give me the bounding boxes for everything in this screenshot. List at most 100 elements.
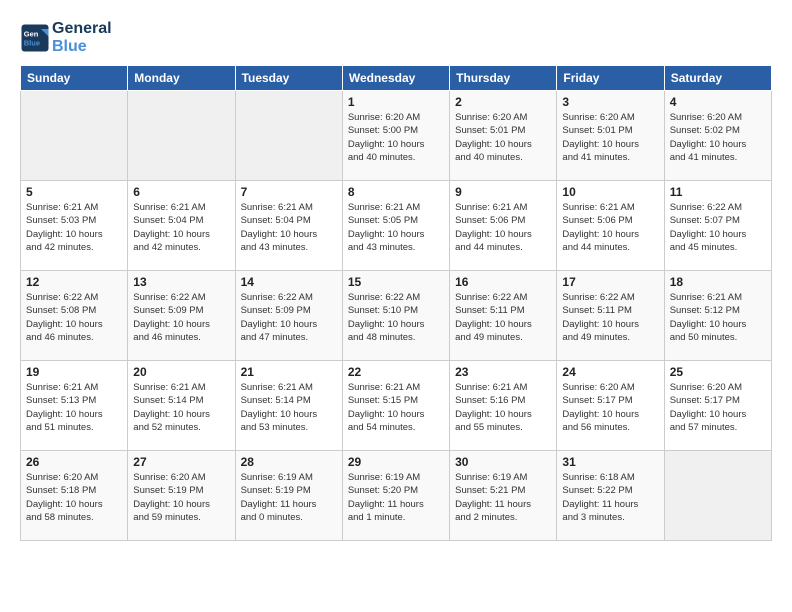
day-number: 23 — [455, 365, 551, 379]
day-info: Sunrise: 6:21 AM Sunset: 5:05 PM Dayligh… — [348, 201, 444, 254]
weekday-thursday: Thursday — [450, 66, 557, 91]
day-cell — [21, 91, 128, 181]
day-cell: 2Sunrise: 6:20 AM Sunset: 5:01 PM Daylig… — [450, 91, 557, 181]
weekday-tuesday: Tuesday — [235, 66, 342, 91]
day-info: Sunrise: 6:22 AM Sunset: 5:11 PM Dayligh… — [455, 291, 551, 344]
day-cell: 6Sunrise: 6:21 AM Sunset: 5:04 PM Daylig… — [128, 181, 235, 271]
day-cell: 21 Sunrise: 6:21 AM Sunset: 5:14 PM Dayli… — [235, 361, 342, 451]
day-number: 7 — [241, 185, 337, 199]
day-cell: 12 Sunrise: 6:22 AM Sunset: 5:08 PM Dayli… — [21, 271, 128, 361]
week-row-1: 1 Sunrise: 6:20 AM Sunset: 5:00 PM Daylig… — [21, 91, 772, 181]
day-cell: 3 Sunrise: 6:20 AM Sunset: 5:01 PM Daylig… — [557, 91, 664, 181]
day-number: 28 — [241, 455, 337, 469]
day-number: 1 — [348, 95, 444, 109]
day-info: Sunrise: 6:21 AM Sunset: 5:15 PM Dayligh… — [348, 381, 444, 434]
day-number: 27 — [133, 455, 229, 469]
day-info: Sunrise: 6:20 AM Sunset: 5:17 PM Dayligh… — [562, 381, 658, 434]
day-cell: 13Sunrise: 6:22 AM Sunset: 5:09 PM Dayli… — [128, 271, 235, 361]
day-cell: 15 Sunrise: 6:22 AM Sunset: 5:10 PM Dayli… — [342, 271, 449, 361]
calendar-table: SundayMondayTuesdayWednesdayThursdayFrid… — [20, 65, 772, 541]
day-info: Sunrise: 6:21 AM Sunset: 5:14 PM Dayligh… — [241, 381, 337, 434]
day-number: 31 — [562, 455, 658, 469]
day-number: 12 — [26, 275, 122, 289]
day-number: 11 — [670, 185, 766, 199]
day-info: Sunrise: 6:21 AM Sunset: 5:16 PM Dayligh… — [455, 381, 551, 434]
day-cell — [664, 451, 771, 541]
day-cell: 1 Sunrise: 6:20 AM Sunset: 5:00 PM Daylig… — [342, 91, 449, 181]
day-number: 3 — [562, 95, 658, 109]
logo-text-blue: Blue — [52, 38, 112, 56]
day-cell: 29 Sunrise: 6:19 AM Sunset: 5:20 PM Dayli… — [342, 451, 449, 541]
day-cell: 31 Sunrise: 6:18 AM Sunset: 5:22 PM Dayli… — [557, 451, 664, 541]
day-number: 4 — [670, 95, 766, 109]
day-cell: 5 Sunrise: 6:21 AM Sunset: 5:03 PM Daylig… — [21, 181, 128, 271]
day-cell: 10 Sunrise: 6:21 AM Sunset: 5:06 PM Dayli… — [557, 181, 664, 271]
day-number: 24 — [562, 365, 658, 379]
day-number: 10 — [562, 185, 658, 199]
day-info: Sunrise: 6:19 AM Sunset: 5:20 PM Dayligh… — [348, 471, 444, 524]
day-cell: 19 Sunrise: 6:21 AM Sunset: 5:13 PM Dayli… — [21, 361, 128, 451]
day-number: 19 — [26, 365, 122, 379]
week-row-4: 19 Sunrise: 6:21 AM Sunset: 5:13 PM Dayli… — [21, 361, 772, 451]
day-info: Sunrise: 6:22 AM Sunset: 5:09 PM Dayligh… — [241, 291, 337, 344]
week-row-5: 26 Sunrise: 6:20 AM Sunset: 5:18 PM Dayli… — [21, 451, 772, 541]
svg-text:Gen: Gen — [24, 29, 39, 38]
day-info: Sunrise: 6:22 AM Sunset: 5:07 PM Dayligh… — [670, 201, 766, 254]
svg-text:Blue: Blue — [24, 38, 40, 47]
day-number: 17 — [562, 275, 658, 289]
day-number: 29 — [348, 455, 444, 469]
day-number: 15 — [348, 275, 444, 289]
day-number: 2 — [455, 95, 551, 109]
weekday-header-row: SundayMondayTuesdayWednesdayThursdayFrid… — [21, 66, 772, 91]
logo-icon: Gen Blue — [20, 23, 50, 53]
day-number: 21 — [241, 365, 337, 379]
day-number: 9 — [455, 185, 551, 199]
day-cell: 26 Sunrise: 6:20 AM Sunset: 5:18 PM Dayli… — [21, 451, 128, 541]
day-info: Sunrise: 6:21 AM Sunset: 5:13 PM Dayligh… — [26, 381, 122, 434]
day-number: 26 — [26, 455, 122, 469]
logo-text-general: General — [52, 20, 112, 38]
day-number: 20 — [133, 365, 229, 379]
week-row-2: 5 Sunrise: 6:21 AM Sunset: 5:03 PM Daylig… — [21, 181, 772, 271]
day-number: 30 — [455, 455, 551, 469]
day-cell: 11 Sunrise: 6:22 AM Sunset: 5:07 PM Dayli… — [664, 181, 771, 271]
logo: Gen Blue General Blue — [20, 20, 112, 55]
day-info: Sunrise: 6:21 AM Sunset: 5:03 PM Dayligh… — [26, 201, 122, 254]
day-info: Sunrise: 6:20 AM Sunset: 5:01 PM Dayligh… — [562, 111, 658, 164]
day-cell: 9 Sunrise: 6:21 AM Sunset: 5:06 PM Daylig… — [450, 181, 557, 271]
day-cell: 24 Sunrise: 6:20 AM Sunset: 5:17 PM Dayli… — [557, 361, 664, 451]
day-number: 16 — [455, 275, 551, 289]
day-info: Sunrise: 6:21 AM Sunset: 5:14 PM Dayligh… — [133, 381, 229, 434]
day-info: Sunrise: 6:21 AM Sunset: 5:06 PM Dayligh… — [562, 201, 658, 254]
day-info: Sunrise: 6:22 AM Sunset: 5:11 PM Dayligh… — [562, 291, 658, 344]
weekday-friday: Friday — [557, 66, 664, 91]
day-cell: 25 Sunrise: 6:20 AM Sunset: 5:17 PM Dayli… — [664, 361, 771, 451]
day-info: Sunrise: 6:22 AM Sunset: 5:08 PM Dayligh… — [26, 291, 122, 344]
day-number: 8 — [348, 185, 444, 199]
day-info: Sunrise: 6:20 AM Sunset: 5:00 PM Dayligh… — [348, 111, 444, 164]
day-info: Sunrise: 6:20 AM Sunset: 5:18 PM Dayligh… — [26, 471, 122, 524]
weekday-wednesday: Wednesday — [342, 66, 449, 91]
day-number: 25 — [670, 365, 766, 379]
day-cell: 22 Sunrise: 6:21 AM Sunset: 5:15 PM Dayli… — [342, 361, 449, 451]
day-cell: 28Sunrise: 6:19 AM Sunset: 5:19 PM Dayli… — [235, 451, 342, 541]
day-number: 14 — [241, 275, 337, 289]
calendar-body: 1 Sunrise: 6:20 AM Sunset: 5:00 PM Daylig… — [21, 91, 772, 541]
day-info: Sunrise: 6:19 AM Sunset: 5:21 PM Dayligh… — [455, 471, 551, 524]
day-info: Sunrise: 6:21 AM Sunset: 5:04 PM Dayligh… — [133, 201, 229, 254]
day-cell: 16 Sunrise: 6:22 AM Sunset: 5:11 PM Dayli… — [450, 271, 557, 361]
day-cell: 14 Sunrise: 6:22 AM Sunset: 5:09 PM Dayli… — [235, 271, 342, 361]
calendar-container: Gen Blue General Blue SundayMondayTuesda… — [0, 0, 792, 551]
day-cell: 7Sunrise: 6:21 AM Sunset: 5:04 PM Daylig… — [235, 181, 342, 271]
day-number: 5 — [26, 185, 122, 199]
day-info: Sunrise: 6:18 AM Sunset: 5:22 PM Dayligh… — [562, 471, 658, 524]
day-number: 18 — [670, 275, 766, 289]
day-info: Sunrise: 6:20 AM Sunset: 5:17 PM Dayligh… — [670, 381, 766, 434]
day-number: 22 — [348, 365, 444, 379]
day-info: Sunrise: 6:21 AM Sunset: 5:06 PM Dayligh… — [455, 201, 551, 254]
weekday-sunday: Sunday — [21, 66, 128, 91]
day-cell: 27Sunrise: 6:20 AM Sunset: 5:19 PM Dayli… — [128, 451, 235, 541]
day-number: 13 — [133, 275, 229, 289]
day-info: Sunrise: 6:22 AM Sunset: 5:10 PM Dayligh… — [348, 291, 444, 344]
day-cell: 18Sunrise: 6:21 AM Sunset: 5:12 PM Dayli… — [664, 271, 771, 361]
